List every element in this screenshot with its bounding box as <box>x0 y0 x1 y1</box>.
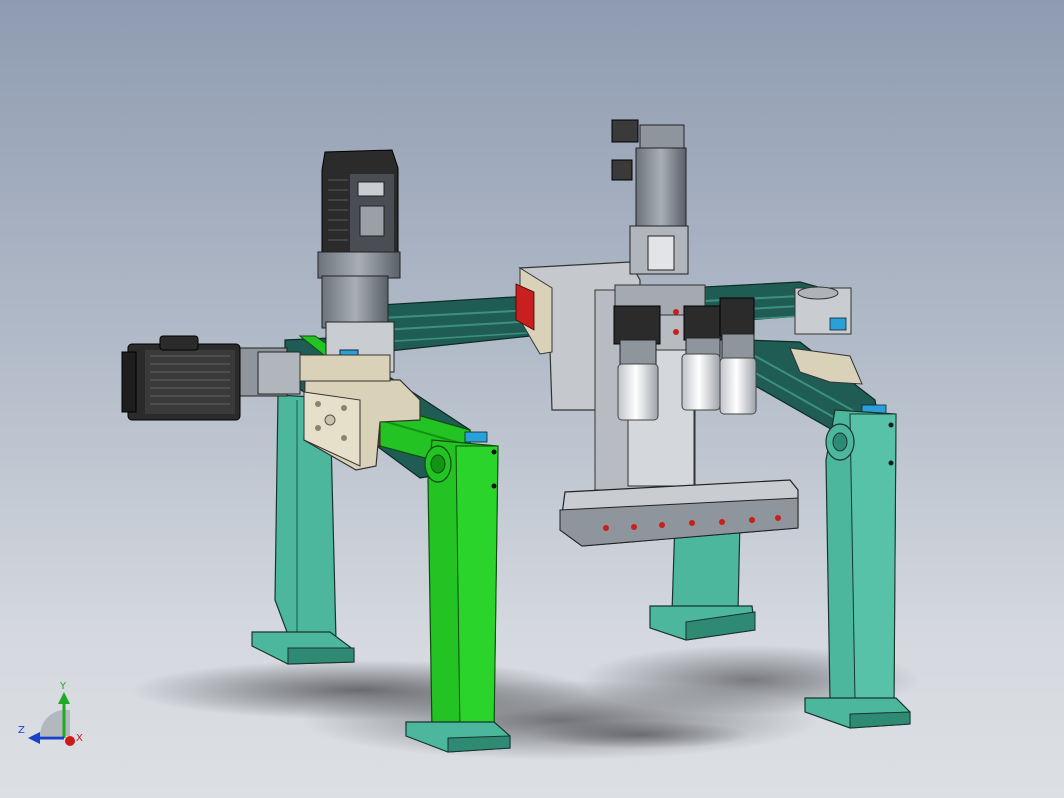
center-carriage <box>515 261 706 491</box>
z-axis-label: Z <box>18 725 25 736</box>
x-axis-label: X <box>76 733 83 744</box>
ground-shadow <box>130 645 920 760</box>
cad-viewport[interactable]: Y Z X <box>0 0 1064 798</box>
x-axis-dot <box>65 736 75 746</box>
right-vertical-motor <box>611 119 689 275</box>
pneumatic-cylinders <box>613 297 757 421</box>
coordinate-triad <box>28 692 75 746</box>
gripper-bar <box>559 479 799 547</box>
cad-assembly-scene[interactable] <box>0 0 1064 798</box>
left-servo-motor <box>121 335 301 421</box>
y-axis-label: Y <box>60 681 67 692</box>
